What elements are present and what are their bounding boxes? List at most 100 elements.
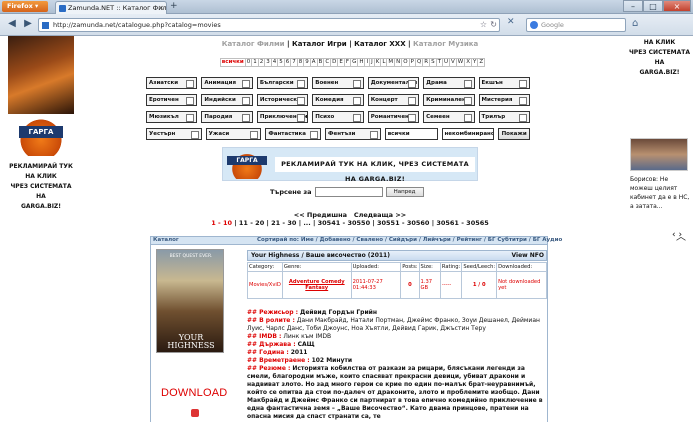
search-input[interactable]: [314, 187, 383, 197]
prev-page-link[interactable]: << Предишна: [294, 211, 347, 219]
reload-icon[interactable]: ↻: [490, 19, 497, 31]
genre-checkbox[interactable]: Екшън: [478, 77, 530, 89]
genre-checkbox[interactable]: Ужаси: [205, 128, 262, 140]
genre-checkbox[interactable]: Трилър: [478, 111, 530, 123]
genre-checkbox[interactable]: Криминален: [423, 94, 475, 106]
browser-tab[interactable]: Zamunda.NET :: Каталог Филми ×: [55, 1, 167, 14]
genre-checkbox[interactable]: Приключенски: [256, 111, 309, 123]
cell-posts[interactable]: 0: [400, 271, 420, 299]
banner-logo-text: ГАРГА: [227, 156, 267, 165]
right-ad-text: НА КЛИК ЧРЕЗ СИСТЕМАТА НА GARGA.BIZ!: [626, 38, 693, 78]
search-label: Търсене за: [270, 188, 312, 196]
download-icon[interactable]: [191, 409, 199, 417]
col-downloaded: Downloaded:: [496, 262, 547, 272]
cast-label: ## В ролите :: [247, 317, 295, 324]
garga-banner[interactable]: ГАРГА РЕКЛАМИРАЙ ТУК НА КЛИК, ЧРЕЗ СИСТЕ…: [222, 147, 478, 183]
banner-logo: ГАРГА: [225, 150, 269, 179]
view-nfo-link[interactable]: View NFO: [511, 251, 544, 261]
catalog-music-link[interactable]: Каталог Музика: [413, 40, 478, 48]
genre-checkbox[interactable]: Семеен: [423, 111, 475, 123]
torrent-info-table: Category: Genre: Uploaded: Posts: Size: …: [247, 262, 547, 299]
catnav-sep: |: [349, 40, 352, 48]
catalog-nav: Каталог Филми | Каталог Игри | Каталог X…: [200, 40, 500, 48]
stop-icon[interactable]: ✕: [507, 17, 515, 27]
filter-select-all[interactable]: всички: [384, 128, 438, 140]
left-ad-text: РЕКЛАМИРАЙ ТУК НА КЛИК ЧРЕЗ СИСТЕМАТА НА…: [8, 162, 74, 212]
col-uploaded: Uploaded:: [350, 262, 402, 272]
news-text: Борисов: Не можеш целият кабинет да е в …: [630, 176, 690, 210]
bookmark-star-icon[interactable]: ☆: [480, 19, 487, 31]
back-icon[interactable]: ◀: [4, 17, 20, 32]
right-ad-line2: ЧРЕЗ СИСТЕМАТА НА: [628, 49, 691, 66]
genre-checkbox[interactable]: Анимация: [201, 77, 253, 89]
genre-checkbox[interactable]: Мюзикъл: [146, 111, 198, 123]
torrent-title[interactable]: Your Highness / Ваше височество (2011): [251, 252, 390, 259]
left-ad[interactable]: ГАРГА РЕКЛАМИРАЙ ТУК НА КЛИК ЧРЕЗ СИСТЕМ…: [8, 36, 74, 248]
genre-checkbox[interactable]: Психо: [312, 111, 364, 123]
search-button[interactable]: Напред: [385, 187, 424, 197]
genre-checkbox[interactable]: Български: [256, 77, 309, 89]
summary-label: ## Резюме :: [247, 365, 291, 372]
catalog-films-link[interactable]: Каталог Филми: [222, 40, 285, 48]
genre-row: Уестърн Ужаси Фантастика Фентъзи всички неком…: [146, 128, 530, 140]
tab-favicon-icon: [59, 5, 66, 12]
genre-checkbox[interactable]: Пародия: [201, 111, 253, 123]
genre-checkbox[interactable]: Фентъзи: [325, 128, 381, 140]
genre-checkbox[interactable]: Мистерия: [478, 94, 530, 106]
country-label: ## Държава :: [247, 341, 296, 348]
col-size: Size:: [418, 262, 441, 272]
torrent-title-bar: Your Highness / Ваше височество (2011) V…: [247, 250, 547, 261]
catalog-xxx-link[interactable]: Каталог XXX: [354, 40, 405, 48]
genre-checkbox[interactable]: Концерт: [367, 94, 420, 106]
genre-checkbox[interactable]: Драма: [423, 77, 475, 89]
genre-row: Еротичен Индийски Исторически Комедия Концер…: [146, 94, 530, 106]
genre-checkbox[interactable]: Индийски: [201, 94, 253, 106]
show-button[interactable]: Покажи: [498, 128, 530, 140]
genre-checkbox[interactable]: Еротичен: [146, 94, 198, 106]
cell-genre[interactable]: Adventure Comedy Fantasy: [281, 271, 352, 299]
chevron-up-icon[interactable]: ︿: [676, 228, 686, 243]
letter-filter[interactable]: всички: [219, 58, 246, 67]
new-tab-icon[interactable]: +: [170, 2, 181, 12]
next-page-link[interactable]: Следваща >>: [354, 211, 406, 219]
genre-grid: Азиатски Анимация Български Военен Документа…: [146, 77, 530, 145]
page-content: ГАРГА РЕКЛАМИРАЙ ТУК НА КЛИК ЧРЕЗ СИСТЕМ…: [0, 36, 693, 422]
close-tab-icon[interactable]: ×: [158, 2, 164, 14]
sort-links[interactable]: Сортирай по: Име / Добавено / Свалено / …: [257, 237, 562, 244]
genre-checkbox[interactable]: Романтичен: [367, 111, 420, 123]
catalog-games-link[interactable]: Каталог Игри: [292, 40, 347, 48]
letter-filter[interactable]: Z: [477, 58, 486, 67]
genre-row: Азиатски Анимация Български Военен Документа…: [146, 77, 530, 89]
movie-description: ## Режисьор : Дейвид Гордън Грийн ## В р…: [247, 309, 545, 421]
movie-poster[interactable]: BEST QUEST EVER. YOUR HIGHNESS: [156, 249, 224, 353]
runtime-value: 102 Минути: [311, 357, 353, 364]
genre-checkbox[interactable]: Комедия: [312, 94, 364, 106]
close-window-icon[interactable]: ×: [663, 0, 691, 12]
cell-rating: -----: [439, 271, 463, 299]
catnav-sep: |: [287, 40, 290, 48]
imdb-label: ## IMDB :: [247, 333, 282, 340]
maximize-icon[interactable]: □: [643, 0, 663, 12]
home-icon[interactable]: ⌂: [632, 18, 638, 30]
window-titlebar: Firefox ▾ Zamunda.NET :: Каталог Филми ×…: [0, 0, 693, 14]
minimize-icon[interactable]: –: [623, 0, 643, 12]
cell-seedleech[interactable]: 1 / 0: [461, 271, 498, 299]
address-bar[interactable]: http://zamunda.net/catalogue.php?catalog…: [38, 18, 500, 32]
navigation-toolbar: ◀ ▶ http://zamunda.net/catalogue.php?cat…: [0, 14, 693, 36]
forward-icon[interactable]: ▶: [20, 17, 36, 32]
filter-select-combine[interactable]: некомбинирано: [441, 128, 495, 140]
genre-checkbox[interactable]: Уестърн: [146, 128, 202, 140]
genre-checkbox[interactable]: Документален: [367, 77, 420, 89]
imdb-link[interactable]: Линк към IMDB: [283, 333, 331, 340]
genre-checkbox[interactable]: Исторически: [256, 94, 309, 106]
page-links[interactable]: | 11 - 20 | 21 - 30 | ... | 30541 - 3055…: [234, 219, 489, 227]
search-bar[interactable]: Google: [526, 18, 626, 32]
year-label: ## Година :: [247, 349, 289, 356]
genre-checkbox[interactable]: Азиатски: [146, 77, 198, 89]
firefox-menu-button[interactable]: Firefox ▾: [2, 1, 48, 12]
genre-checkbox[interactable]: Военен: [312, 77, 364, 89]
left-ad-line3: ЧРЕЗ СИСТЕМАТА НА: [10, 183, 72, 200]
genre-checkbox[interactable]: Фантастика: [265, 128, 322, 140]
download-button[interactable]: DOWNLOAD: [161, 387, 231, 399]
search-row: Търсене за Напред: [270, 187, 450, 197]
